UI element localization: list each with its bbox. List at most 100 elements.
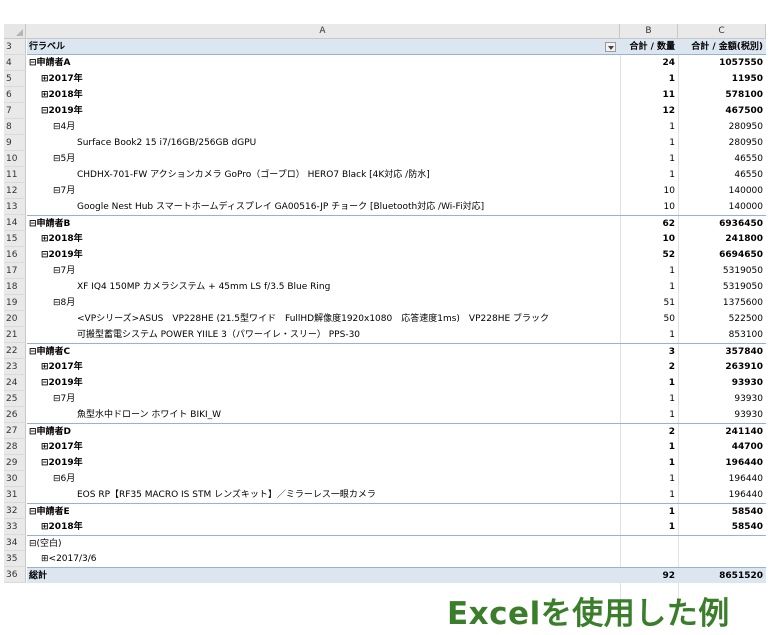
amount-cell[interactable]: 11950 — [678, 71, 766, 87]
row-label-cell[interactable]: ⊟4月 — [27, 119, 620, 135]
amount-cell[interactable]: 140000 — [678, 199, 766, 215]
amount-cell[interactable]: 8651520 — [678, 567, 766, 583]
row-number[interactable]: 23 — [4, 359, 26, 375]
row-number[interactable]: 28 — [4, 439, 26, 455]
quantity-cell[interactable]: 1 — [620, 327, 678, 343]
select-all-corner[interactable] — [4, 24, 26, 39]
quantity-cell[interactable]: 1 — [620, 263, 678, 279]
quantity-cell[interactable]: 1 — [620, 519, 678, 535]
quantity-cell[interactable]: 11 — [620, 87, 678, 103]
row-label-cell[interactable]: ⊟申請者A — [27, 55, 620, 71]
row-number[interactable]: 7 — [4, 103, 26, 119]
amount-cell[interactable]: 196440 — [678, 455, 766, 471]
row-label-cell[interactable]: ⊞2017年 — [27, 439, 620, 455]
row-number[interactable]: 9 — [4, 135, 26, 151]
row-number[interactable]: 11 — [4, 167, 26, 183]
amount-cell[interactable]: 578100 — [678, 87, 766, 103]
row-number[interactable]: 25 — [4, 391, 26, 407]
row-number[interactable]: 4 — [4, 55, 26, 71]
quantity-cell[interactable]: 1 — [620, 471, 678, 487]
row-number[interactable]: 12 — [4, 183, 26, 199]
row-label-cell[interactable]: ⊟5月 — [27, 151, 620, 167]
row-number[interactable]: 32 — [4, 503, 26, 519]
sum-amount-header[interactable]: 合計 / 金額(税別) — [678, 39, 766, 55]
amount-cell[interactable] — [678, 551, 766, 567]
row-label-cell[interactable]: ⊞2017年 — [27, 359, 620, 375]
quantity-cell[interactable]: 10 — [620, 199, 678, 215]
row-number[interactable]: 8 — [4, 119, 26, 135]
quantity-cell[interactable]: 92 — [620, 567, 678, 583]
amount-cell[interactable]: 280950 — [678, 119, 766, 135]
row-number[interactable]: 21 — [4, 327, 26, 343]
row-label-cell[interactable]: 可搬型蓄電システム POWER YIILE 3（パワーイレ・スリー） PPS-3… — [27, 327, 620, 343]
amount-cell[interactable]: 5319050 — [678, 279, 766, 295]
amount-cell[interactable]: 1375600 — [678, 295, 766, 311]
row-label-cell[interactable]: ⊟2019年 — [27, 247, 620, 263]
row-labels-header[interactable]: 行ラベル — [27, 39, 620, 55]
quantity-cell[interactable]: 1 — [620, 391, 678, 407]
row-label-cell[interactable]: ⊞2018年 — [27, 519, 620, 535]
row-label-cell[interactable]: ⊟申請者B — [27, 215, 620, 231]
quantity-cell[interactable]: 51 — [620, 295, 678, 311]
row-label-cell[interactable]: CHDHX-701-FW アクションカメラ GoPro（ゴープロ） HERO7 … — [27, 167, 620, 183]
row-label-cell[interactable]: ⊟(空白) — [27, 535, 620, 551]
amount-cell[interactable]: 357840 — [678, 343, 766, 359]
row-label-cell[interactable]: ⊟2019年 — [27, 103, 620, 119]
row-label-cell[interactable]: ⊞2017年 — [27, 71, 620, 87]
row-number[interactable]: 13 — [4, 199, 26, 215]
row-label-cell[interactable]: Surface Book2 15 i7/16GB/256GB dGPU — [27, 135, 620, 151]
row-number[interactable]: 22 — [4, 343, 26, 359]
row-number[interactable]: 27 — [4, 423, 26, 439]
row-number[interactable]: 20 — [4, 311, 26, 327]
amount-cell[interactable]: 44700 — [678, 439, 766, 455]
row-label-cell[interactable]: XF IQ4 150MP カメラシステム + 45mm LS f/3.5 Blu… — [27, 279, 620, 295]
row-label-cell[interactable]: Google Nest Hub スマートホームディスプレイ GA00516-JP… — [27, 199, 620, 215]
sum-quantity-header[interactable]: 合計 / 数量 — [620, 39, 678, 55]
row-number[interactable]: 17 — [4, 263, 26, 279]
row-number[interactable]: 30 — [4, 471, 26, 487]
quantity-cell[interactable]: 1 — [620, 279, 678, 295]
row-label-cell[interactable]: EOS RP【RF35 MACRO IS STM レンズキット】／ミラーレス一眼… — [27, 487, 620, 503]
quantity-cell[interactable] — [620, 551, 678, 567]
row-number[interactable]: 35 — [4, 551, 26, 567]
quantity-cell[interactable]: 10 — [620, 183, 678, 199]
amount-cell[interactable]: 46550 — [678, 151, 766, 167]
quantity-cell[interactable] — [620, 535, 678, 551]
row-label-cell[interactable]: 魚型水中ドローン ホワイト BIKI_W — [27, 407, 620, 423]
row-label-cell[interactable]: 総計 — [27, 567, 620, 583]
quantity-cell[interactable]: 1 — [620, 407, 678, 423]
quantity-cell[interactable]: 10 — [620, 231, 678, 247]
column-header-c[interactable]: C — [678, 24, 766, 39]
row-label-cell[interactable]: ⊟7月 — [27, 263, 620, 279]
row-number[interactable]: 33 — [4, 519, 26, 535]
amount-cell[interactable]: 93930 — [678, 407, 766, 423]
amount-cell[interactable]: 93930 — [678, 375, 766, 391]
amount-cell[interactable]: 467500 — [678, 103, 766, 119]
row-number[interactable]: 14 — [4, 215, 26, 231]
row-label-cell[interactable]: ⊟2019年 — [27, 375, 620, 391]
row-label-cell[interactable]: ⊟8月 — [27, 295, 620, 311]
quantity-cell[interactable]: 1 — [620, 503, 678, 519]
row-number[interactable]: 24 — [4, 375, 26, 391]
amount-cell[interactable]: 280950 — [678, 135, 766, 151]
quantity-cell[interactable]: 1 — [620, 167, 678, 183]
row-label-cell[interactable]: ⊟申請者D — [27, 423, 620, 439]
amount-cell[interactable]: 6694650 — [678, 247, 766, 263]
amount-cell[interactable]: 58540 — [678, 503, 766, 519]
amount-cell[interactable]: 241140 — [678, 423, 766, 439]
quantity-cell[interactable]: 1 — [620, 439, 678, 455]
column-header-a[interactable]: A — [26, 24, 620, 39]
quantity-cell[interactable]: 24 — [620, 55, 678, 71]
row-number[interactable]: 31 — [4, 487, 26, 503]
row-number[interactable]: 19 — [4, 295, 26, 311]
row-number[interactable]: 18 — [4, 279, 26, 295]
quantity-cell[interactable]: 1 — [620, 135, 678, 151]
row-label-cell[interactable]: ⊟7月 — [27, 183, 620, 199]
amount-cell[interactable]: 93930 — [678, 391, 766, 407]
row-number[interactable]: 15 — [4, 231, 26, 247]
amount-cell[interactable]: 853100 — [678, 327, 766, 343]
row-label-cell[interactable]: ⊞2018年 — [27, 231, 620, 247]
row-number[interactable]: 3 — [4, 39, 26, 55]
row-label-cell[interactable]: ⊞<2017/3/6 — [27, 551, 620, 567]
quantity-cell[interactable]: 12 — [620, 103, 678, 119]
